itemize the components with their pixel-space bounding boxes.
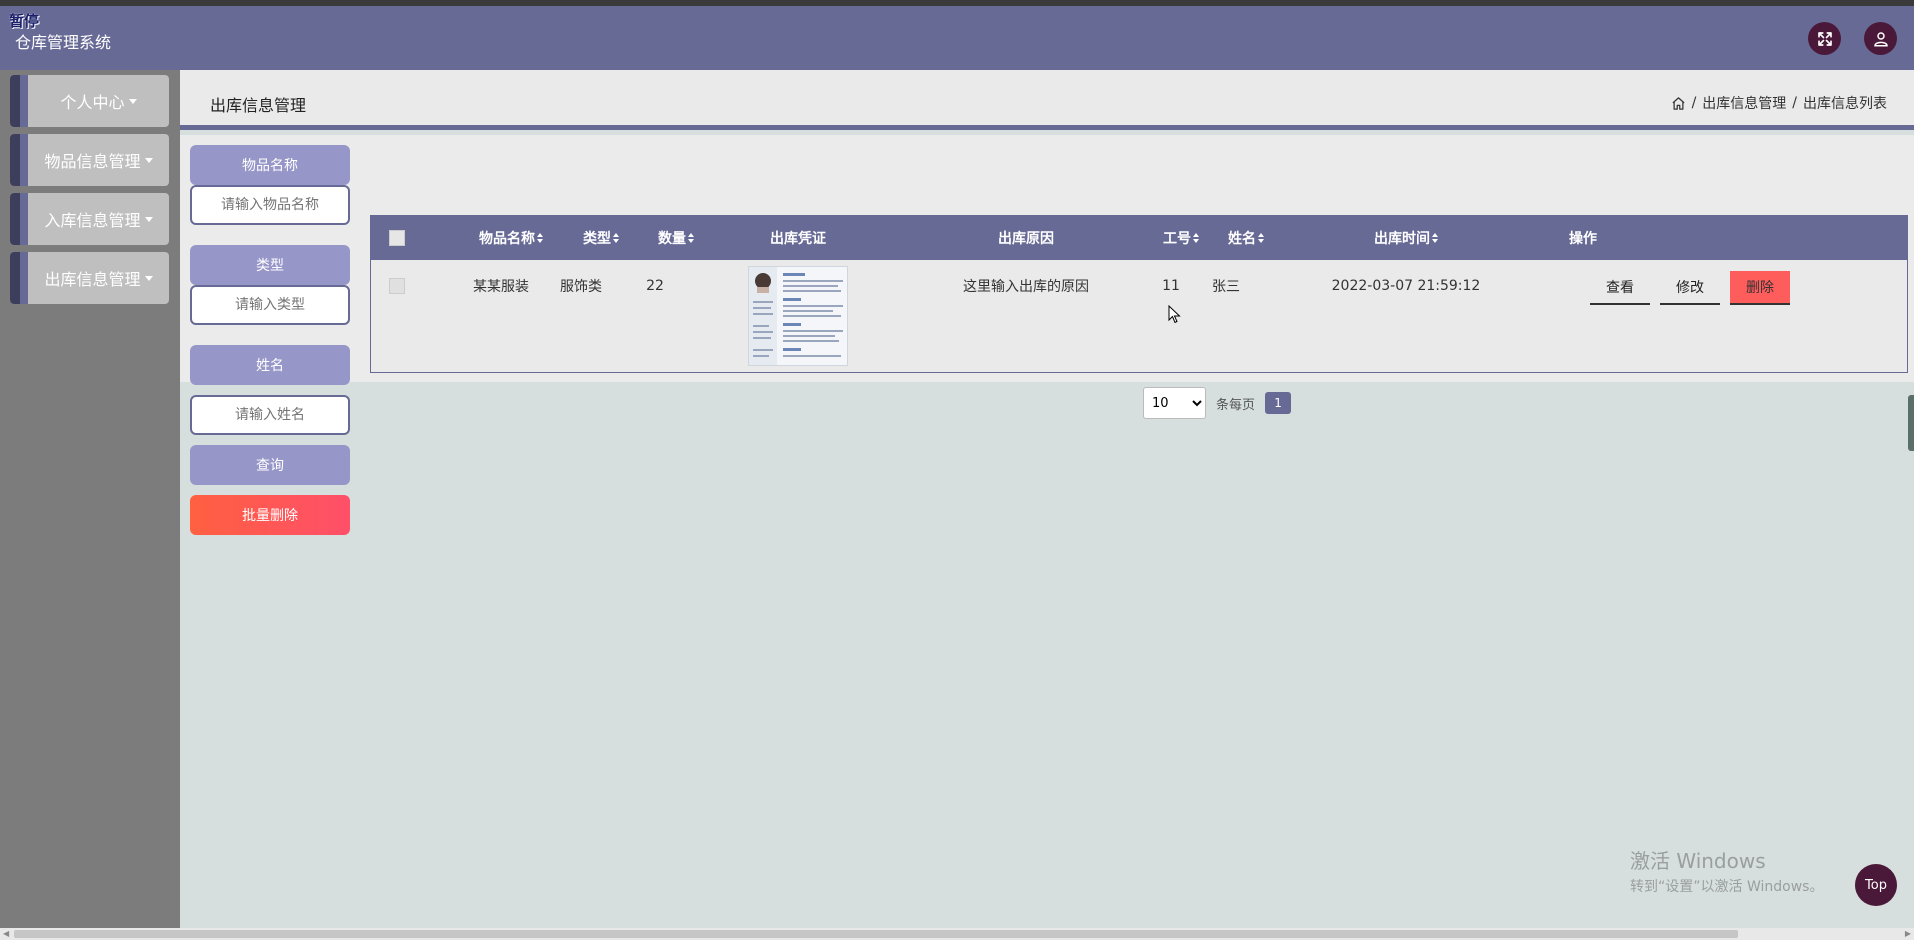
per-page-label: 条每页	[1216, 397, 1256, 413]
column-header-label: 类型	[583, 231, 611, 247]
item-name-filter-label: 物品名称	[190, 145, 350, 185]
column-header-reason: 出库原因	[916, 216, 1136, 260]
edit-button[interactable]: 修改	[1660, 271, 1720, 305]
name-input[interactable]	[190, 395, 350, 435]
sidebar-item-accent	[10, 193, 20, 245]
sidebar: 个人中心 物品信息管理 入库信息管理 出库信息管理	[0, 70, 180, 928]
cell-name: 张三	[1212, 279, 1240, 295]
scroll-left-icon[interactable]: ◀	[3, 929, 9, 938]
user-icon	[1873, 31, 1888, 46]
sidebar-item-personal-center[interactable]: 个人中心	[10, 75, 169, 127]
sort-icon	[613, 233, 619, 243]
caret-down-icon	[144, 275, 153, 281]
column-header-label: 出库时间	[1374, 231, 1430, 247]
mouse-cursor-icon	[1168, 305, 1181, 324]
main-content: 出库信息管理 / 出库信息管理 / 出库信息列表 物品名称 类型 姓名 物品名称…	[180, 70, 1914, 928]
back-to-top-button[interactable]: Top	[1855, 864, 1897, 906]
row-checkbox[interactable]	[389, 278, 405, 294]
select-all-checkbox[interactable]	[389, 230, 405, 246]
batch-delete-button[interactable]: 批量删除	[190, 495, 350, 535]
sidebar-item-accent-inner	[20, 193, 28, 245]
scrollbar-thumb[interactable]	[14, 930, 1738, 938]
sidebar-item-accent-inner	[20, 134, 28, 186]
breadcrumb: / 出库信息管理 / 出库信息列表	[1671, 93, 1887, 113]
caret-down-icon	[144, 216, 153, 222]
column-header-label: 姓名	[1228, 231, 1256, 247]
table-row: 某某服装 服饰类 22 这里输入出库的原因 11 张三 2022-03-07 2…	[371, 260, 1907, 372]
cell-time: 2022-03-07 21:59:12	[1331, 278, 1481, 294]
page-size-select[interactable]: 10	[1143, 387, 1206, 419]
sidebar-item-accent-inner	[20, 75, 28, 127]
sidebar-item-accent-inner	[20, 252, 28, 304]
windows-activation-watermark: 激活 Windows 转到“设置”以激活 Windows。	[1630, 845, 1823, 896]
page-header: 出库信息管理 / 出库信息管理 / 出库信息列表	[180, 70, 1914, 130]
select-all-cell	[387, 216, 407, 260]
name-filter-label: 姓名	[190, 345, 350, 385]
sidebar-item-label: 物品信息管理	[44, 152, 141, 171]
voucher-image[interactable]	[748, 266, 848, 366]
caret-down-icon	[144, 157, 153, 163]
home-icon[interactable]	[1671, 96, 1686, 111]
column-header-label: 物品名称	[479, 231, 535, 247]
column-header-label: 出库原因	[998, 231, 1054, 247]
sort-icon	[1258, 233, 1264, 243]
column-header-voucher: 出库凭证	[748, 216, 848, 260]
sort-icon	[1193, 233, 1199, 243]
cell-quantity: 22	[646, 278, 664, 294]
breadcrumb-item-outbound-management[interactable]: 出库信息管理	[1702, 93, 1786, 113]
view-button[interactable]: 查看	[1590, 271, 1650, 305]
top-header: 暂停 仓库管理系统	[0, 6, 1914, 70]
breadcrumb-item-outbound-list: 出库信息列表	[1803, 96, 1887, 112]
pagination: 10 条每页 1	[1143, 387, 1292, 419]
column-header-label: 工号	[1163, 231, 1191, 247]
scroll-right-icon[interactable]: ▶	[1905, 929, 1911, 938]
sidebar-item-accent	[10, 134, 20, 186]
sidebar-item-inbound-management[interactable]: 入库信息管理	[10, 193, 169, 245]
table-header: 物品名称 类型 数量 出库凭证 出库原因 工号 姓名 出库时间 操作	[371, 216, 1907, 260]
watermark-subtitle: 转到“设置”以激活 Windows。	[1630, 879, 1824, 895]
delete-button[interactable]: 删除	[1730, 271, 1790, 305]
search-button[interactable]: 查询	[190, 445, 350, 485]
paused-label: 暂停	[9, 12, 40, 30]
item-name-input[interactable]	[190, 185, 350, 225]
type-input[interactable]	[190, 285, 350, 325]
list-panel: 物品名称 类型 姓名 物品名称 类型 数量 出库凭证 出库原因 工号 姓名 出库…	[180, 135, 1914, 419]
column-header-actions: 操作	[1433, 216, 1733, 260]
watermark-title: 激活 Windows	[1630, 849, 1766, 873]
sidebar-item-label: 入库信息管理	[44, 211, 141, 230]
caret-down-icon	[128, 98, 137, 104]
app-title: 仓库管理系统	[15, 33, 112, 52]
page-title: 出库信息管理	[210, 96, 307, 115]
outbound-table: 物品名称 类型 数量 出库凭证 出库原因 工号 姓名 出库时间 操作 某某服装 …	[370, 215, 1908, 373]
expand-icon	[1817, 31, 1832, 46]
sort-icon	[688, 233, 694, 243]
column-header-quantity[interactable]: 数量	[626, 216, 726, 260]
resume-thumbnail-icon	[749, 267, 847, 365]
sidebar-item-label: 出库信息管理	[44, 270, 141, 289]
column-header-label: 操作	[1569, 231, 1597, 247]
side-drawer-handle[interactable]	[1908, 395, 1914, 451]
page-number-button[interactable]: 1	[1265, 392, 1292, 414]
breadcrumb-separator: /	[1792, 95, 1797, 111]
column-header-label: 出库凭证	[770, 231, 826, 247]
type-filter-label: 类型	[190, 245, 350, 285]
sort-icon	[537, 233, 543, 243]
user-menu-button[interactable]	[1864, 22, 1897, 55]
fullscreen-button[interactable]	[1808, 22, 1841, 55]
column-header-label: 数量	[658, 231, 686, 247]
column-header-name[interactable]: 姓名	[1206, 216, 1286, 260]
sidebar-item-accent	[10, 75, 20, 127]
sidebar-item-accent	[10, 252, 20, 304]
sidebar-item-goods-management[interactable]: 物品信息管理	[10, 134, 169, 186]
row-select-cell	[387, 260, 407, 312]
sidebar-item-label: 个人中心	[60, 93, 125, 112]
breadcrumb-separator: /	[1691, 95, 1697, 111]
cell-reason: 这里输入出库的原因	[963, 279, 1089, 295]
horizontal-scrollbar[interactable]: ◀ ▶	[0, 928, 1914, 940]
sidebar-item-outbound-management[interactable]: 出库信息管理	[10, 252, 169, 304]
